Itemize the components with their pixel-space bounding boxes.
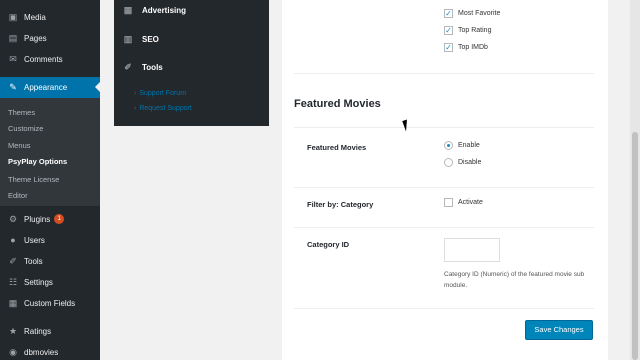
chevron-right-icon: › [134,90,137,97]
sidebar-item-label: Appearance [24,83,68,92]
radio-label: Disable [458,159,482,166]
sidebar-item-tools[interactable]: ✐ Tools [0,251,100,271]
request-support-link[interactable]: › Request Support [134,105,192,112]
sidebar-item-settings[interactable]: ☷ Settings [0,272,100,292]
sidebar-item-ratings[interactable]: ★ Ratings [0,321,100,341]
divider [294,73,594,74]
submenu-item-psyplay-options[interactable]: PsyPlay Options [8,157,67,166]
checkbox-label: Top IMDb [458,44,488,51]
grid-icon: ▦ [123,5,133,15]
sidebar-item-custom-fields[interactable]: ▦ Custom Fields [0,293,100,313]
sidebar-item-label: Plugins [24,214,51,224]
sidebar-item-label: Tools [24,256,43,266]
appearance-submenu: Themes Customize Menus PsyPlay Options T… [0,98,100,206]
admin-sidebar: ▣ Media ▤ Pages ✉ Comments ✎ Appearance … [0,0,100,360]
options-nav-advertising[interactable]: ▦ Advertising [122,5,186,16]
chevron-right-icon: › [134,105,137,112]
ratings-icon: ★ [8,325,18,336]
checkbox-checked-icon[interactable]: ✓ [444,26,453,35]
checkbox-checked-icon[interactable]: ✓ [444,9,453,18]
chart-icon: ▥ [123,34,133,44]
custom-fields-icon: ▦ [8,297,18,308]
media-icon: ▣ [8,11,18,22]
divider [294,308,594,309]
category-id-input[interactable] [444,238,500,262]
submenu-item-menus[interactable]: Menus [8,141,31,150]
sidebar-item-label: Media [24,12,46,22]
options-nav-tools[interactable]: ✐ Tools [122,62,163,73]
sidebar-item-appearance[interactable]: ✎ Appearance [0,77,100,98]
checkbox-label: Most Favorite [458,10,501,17]
submenu-item-editor[interactable]: Editor [8,191,28,200]
sidebar-item-label: Pages [24,33,47,43]
radio-label: Enable [458,142,480,149]
checkbox-most-favorite[interactable]: ✓ Most Favorite [444,9,500,18]
options-panel: ✓ Most Favorite ✓ Top Rating ✓ Top IMDb … [282,0,608,360]
pages-icon: ▤ [8,32,18,43]
divider [294,187,594,188]
options-nav-seo[interactable]: ▥ SEO [122,34,159,45]
sidebar-item-label: Ratings [24,326,52,336]
submenu-item-customize[interactable]: Customize [8,124,43,133]
support-forum-label: Support Forum [139,90,187,97]
radio-disable[interactable]: Disable [444,158,481,167]
sidebar-item-dbmovies[interactable]: ◉ dbmovies [0,342,100,360]
options-nav-label: SEO [142,35,159,44]
sidebar-item-label: Users [24,235,45,245]
sidebar-item-plugins[interactable]: ⚙ Plugins 1 [0,209,100,229]
sidebar-item-pages[interactable]: ▤ Pages [0,28,100,48]
sidebar-item-label: dbmovies [24,347,59,357]
plugins-icon: ⚙ [8,213,18,224]
sidebar-item-label: Custom Fields [24,298,76,308]
checkbox-top-imdb[interactable]: ✓ Top IMDb [444,43,488,52]
request-support-label: Request Support [139,105,192,112]
radio-selected-icon[interactable] [444,141,453,150]
checkbox-label: Activate [458,199,483,206]
submenu-item-themes[interactable]: Themes [8,108,35,117]
featured-movies-label: Featured Movies [307,143,367,152]
appearance-icon: ✎ [9,82,17,92]
sidebar-item-label: Comments [24,54,63,64]
category-id-description: Category ID (Numeric) of the featured mo… [444,271,585,289]
update-count-badge: 1 [54,214,65,224]
sidebar-item-media[interactable]: ▣ Media [0,7,100,27]
filter-category-label: Filter by: Category [307,200,374,209]
category-id-label: Category ID [307,240,350,249]
options-nav-label: Advertising [142,6,187,15]
divider [294,127,594,128]
comments-icon: ✉ [9,53,17,64]
support-forum-link[interactable]: › Support Forum [134,90,186,97]
checkbox-checked-icon[interactable]: ✓ [444,43,453,52]
sidebar-item-users[interactable]: ● Users [0,230,100,250]
checkbox-activate[interactable]: Activate [444,198,483,207]
submenu-item-theme-license[interactable]: Theme License [8,175,59,184]
divider [294,227,594,228]
users-icon: ● [10,235,16,245]
wrench-icon: ✐ [124,62,132,72]
radio-unselected-icon[interactable] [444,158,453,167]
options-nav: ▦ Advertising ▥ SEO ✐ Tools › Support For… [114,0,269,126]
sidebar-item-comments[interactable]: ✉ Comments [0,49,100,69]
settings-icon: ☷ [8,276,18,287]
dbmovies-icon: ◉ [9,346,17,357]
checkbox-label: Top Rating [458,27,492,34]
tools-icon: ✐ [9,255,17,266]
checkbox-top-rating[interactable]: ✓ Top Rating [444,26,491,35]
scrollbar-thumb[interactable] [632,132,638,360]
sidebar-item-label: Settings [24,277,53,287]
section-title: Featured Movies [294,98,381,110]
options-nav-label: Tools [142,63,163,72]
save-changes-button[interactable]: Save Changes [525,320,593,340]
checkbox-unchecked-icon[interactable] [444,198,453,207]
radio-enable[interactable]: Enable [444,141,480,150]
